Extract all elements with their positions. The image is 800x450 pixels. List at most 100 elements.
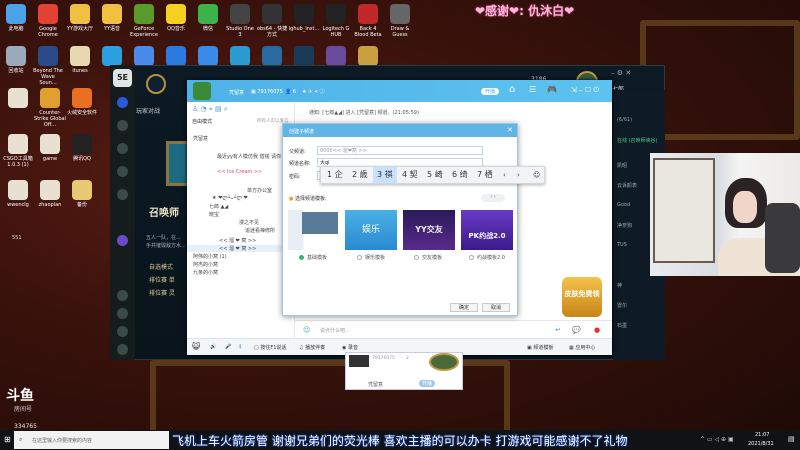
clock-time[interactable]: 21:07 (755, 432, 769, 438)
ime-candidate[interactable]: 3 祺 (373, 167, 397, 183)
ime-candidate[interactable]: 1 企 (323, 167, 347, 183)
chat-input[interactable]: 说点什么吧... (320, 327, 350, 334)
ok-button[interactable]: 确定 (450, 303, 478, 312)
microphone-icon[interactable]: 🎤 (225, 344, 231, 350)
desktop-icon[interactable]: 回收站 (0, 46, 32, 74)
lol-mode-0[interactable]: 自选模式 (149, 262, 173, 271)
wifi-icon[interactable] (117, 189, 128, 200)
window-controls[interactable]: ⇲ – ☐ ⏻ (571, 86, 599, 95)
radio-pk[interactable]: 约战模板2.0 (469, 254, 505, 261)
lol-window-controls[interactable]: – ⚙ ✕ (611, 69, 631, 77)
desktop-icon[interactable]: 微信 (192, 4, 224, 32)
radio-social[interactable]: 交友模板 (414, 254, 442, 261)
friend-item[interactable]: 石墨 (617, 322, 627, 329)
chat-bubble-icon[interactable]: 💬 (572, 326, 581, 334)
desktop-icon[interactable]: Back 4 Blood Beta (352, 4, 384, 38)
home-icon[interactable]: ⌂ (509, 84, 515, 95)
channel-tree-item[interactable]: << Ice Cream >> (217, 169, 262, 175)
promo-badge[interactable]: 皮肤免费领 (562, 277, 602, 317)
desktop-icon[interactable]: Logitech G HUB (320, 4, 352, 38)
desktop-icon[interactable]: Draw & Guess (384, 4, 416, 38)
channel-template-button[interactable]: ▣ 频道模板 (527, 344, 553, 351)
tray-icons[interactable]: ^ ▭ ◁ ⊕ ▣ (700, 436, 734, 443)
mic-icon[interactable]: ● (594, 326, 600, 334)
channel-tree-item[interactable]: 晓宝 (209, 211, 219, 218)
desktop-icon[interactable]: GeForce Experience (128, 4, 160, 38)
radio-basic[interactable]: 基础模板 (299, 254, 327, 261)
channel-tree-item[interactable]: ★ ❤ლ•̀ᴗ•́ლ ❤ (212, 195, 248, 201)
channel-tree-item[interactable]: 阿杰的小窝 (193, 261, 218, 268)
desktop-icon[interactable]: CSGO工具箱 1.0.3 (1) (2, 134, 34, 168)
desktop-icon[interactable]: QQ音乐 (160, 4, 192, 32)
help-icon[interactable] (117, 344, 128, 355)
windows-start-icon[interactable]: ⊞ (4, 435, 11, 444)
desktop-icon[interactable]: Counter-Strike Global Off... (34, 88, 66, 128)
ime-candidate[interactable]: 6 绮 (448, 167, 472, 183)
channel-tree-item[interactable]: 漫之不见 (239, 219, 259, 226)
desktop-icon[interactable]: obs64 - 快捷方式 (256, 4, 288, 38)
emoji-icon[interactable]: ☺ (303, 326, 310, 334)
ime-candidate[interactable]: 2 歳 (348, 167, 372, 183)
mode-dropdown[interactable]: 自由模式 (192, 118, 212, 125)
template-pager[interactable]: ‹ › (481, 194, 505, 202)
desktop-icon[interactable]: 备份 (66, 180, 98, 208)
lol-mode-1[interactable]: 排位赛 单 (149, 275, 175, 284)
settings-icon[interactable] (117, 308, 128, 319)
list-icon[interactable]: ☰ (529, 85, 536, 94)
ime-next-icon[interactable]: › (513, 167, 524, 183)
clock-date[interactable]: 2021/8/31 (748, 441, 774, 447)
channel-action-icons[interactable]: ★ ✈ ⋖ ⓘ (302, 88, 325, 95)
template-basic-thumb[interactable] (288, 210, 340, 250)
broadcast-toggle[interactable]: 开播 (481, 88, 500, 95)
friend-item[interactable]: 雷尔 (617, 302, 627, 309)
ime-prev-icon[interactable]: ‹ (499, 167, 510, 183)
push-to-talk-button[interactable]: ▢ 按住F1说话 (254, 344, 286, 351)
play-music-button[interactable]: ♫ 播放伴奏 (299, 344, 325, 351)
equalizer-icon[interactable]: ⫼ (239, 344, 241, 350)
puzzle-icon[interactable] (117, 166, 128, 177)
shield-icon[interactable] (117, 97, 128, 108)
record-button[interactable]: ◉ 录音 (342, 344, 358, 351)
hourglass-icon[interactable] (117, 326, 128, 337)
friend-item[interactable]: 神 (617, 282, 622, 289)
desktop-icon[interactable] (2, 88, 34, 110)
channel-tree-item[interactable]: 九条的小窝 (193, 269, 218, 276)
globe-icon[interactable] (117, 120, 128, 131)
template-social-thumb[interactable]: YY交友 (403, 210, 455, 250)
channel-tree-item[interactable]: << 溜 ❤ 窝 >> (187, 245, 295, 252)
friend-item[interactable]: TUS (617, 242, 627, 248)
app-center-button[interactable]: ▦ 应用中心 (569, 344, 595, 351)
desktop-icon[interactable]: 火绒安全软件 (66, 88, 98, 116)
ime-candidate[interactable]: 4 契 (398, 167, 422, 183)
ime-candidate[interactable]: 5 崎 (423, 167, 447, 183)
channel-tree-item[interactable]: 单方办公室 (247, 187, 272, 194)
desktop-icon[interactable]: 腾讯QQ (66, 134, 98, 162)
gamepad-icon[interactable]: 🎮 (547, 85, 557, 94)
desktop-icon[interactable]: Google Chrome (32, 4, 64, 38)
radio-entertainment[interactable]: 娱乐模板 (357, 254, 385, 261)
desktop-icon[interactable]: Studio One 3 (224, 4, 256, 38)
desktop-icon[interactable]: YY语音 (96, 4, 128, 32)
friends-group[interactable]: 在线 (召唤师峡谷) (617, 137, 658, 144)
channel-tree-item[interactable]: << 溜 ❤ 窝 >> (219, 237, 256, 244)
search-icon[interactable] (117, 290, 128, 301)
friend-item[interactable]: 云诉颜表 (617, 182, 637, 189)
taskbar-search[interactable]: ⌕ 在这里输入你要搜索的内容 (14, 431, 169, 449)
lol-mode-2[interactable]: 排位赛 灵 (149, 288, 175, 297)
channel-tree-item[interactable]: 阿伟的小窝 (1) (193, 253, 227, 260)
desktop-icon[interactable]: 此电脑 (0, 4, 32, 32)
channel-tree-item[interactable]: 七郎 ▲◢ (209, 203, 228, 210)
yy-mascot-icon[interactable]: 😺 (192, 342, 200, 351)
desktop-icon[interactable]: YY游戏大厅 (64, 4, 96, 32)
tree-toolbar-icons[interactable]: ♙ ◔ ⌖ ▤ ⌕ (192, 105, 228, 114)
cancel-button[interactable]: 取消 (482, 303, 510, 312)
template-pk-thumb[interactable]: PK约战2.0 (461, 210, 513, 250)
template-entertainment-thumb[interactable]: 娱乐 (345, 210, 397, 250)
friend-item[interactable]: 净奈狗 (617, 222, 632, 229)
game-icon[interactable] (117, 235, 128, 246)
desktop-icon[interactable]: zhaopian (34, 180, 66, 208)
swords-icon[interactable] (117, 143, 128, 154)
channel-tree-item[interactable]: 追迷看禅修所 (245, 227, 275, 234)
close-icon[interactable]: ✕ (507, 126, 513, 134)
notification-icon[interactable]: ▤ (788, 435, 795, 443)
